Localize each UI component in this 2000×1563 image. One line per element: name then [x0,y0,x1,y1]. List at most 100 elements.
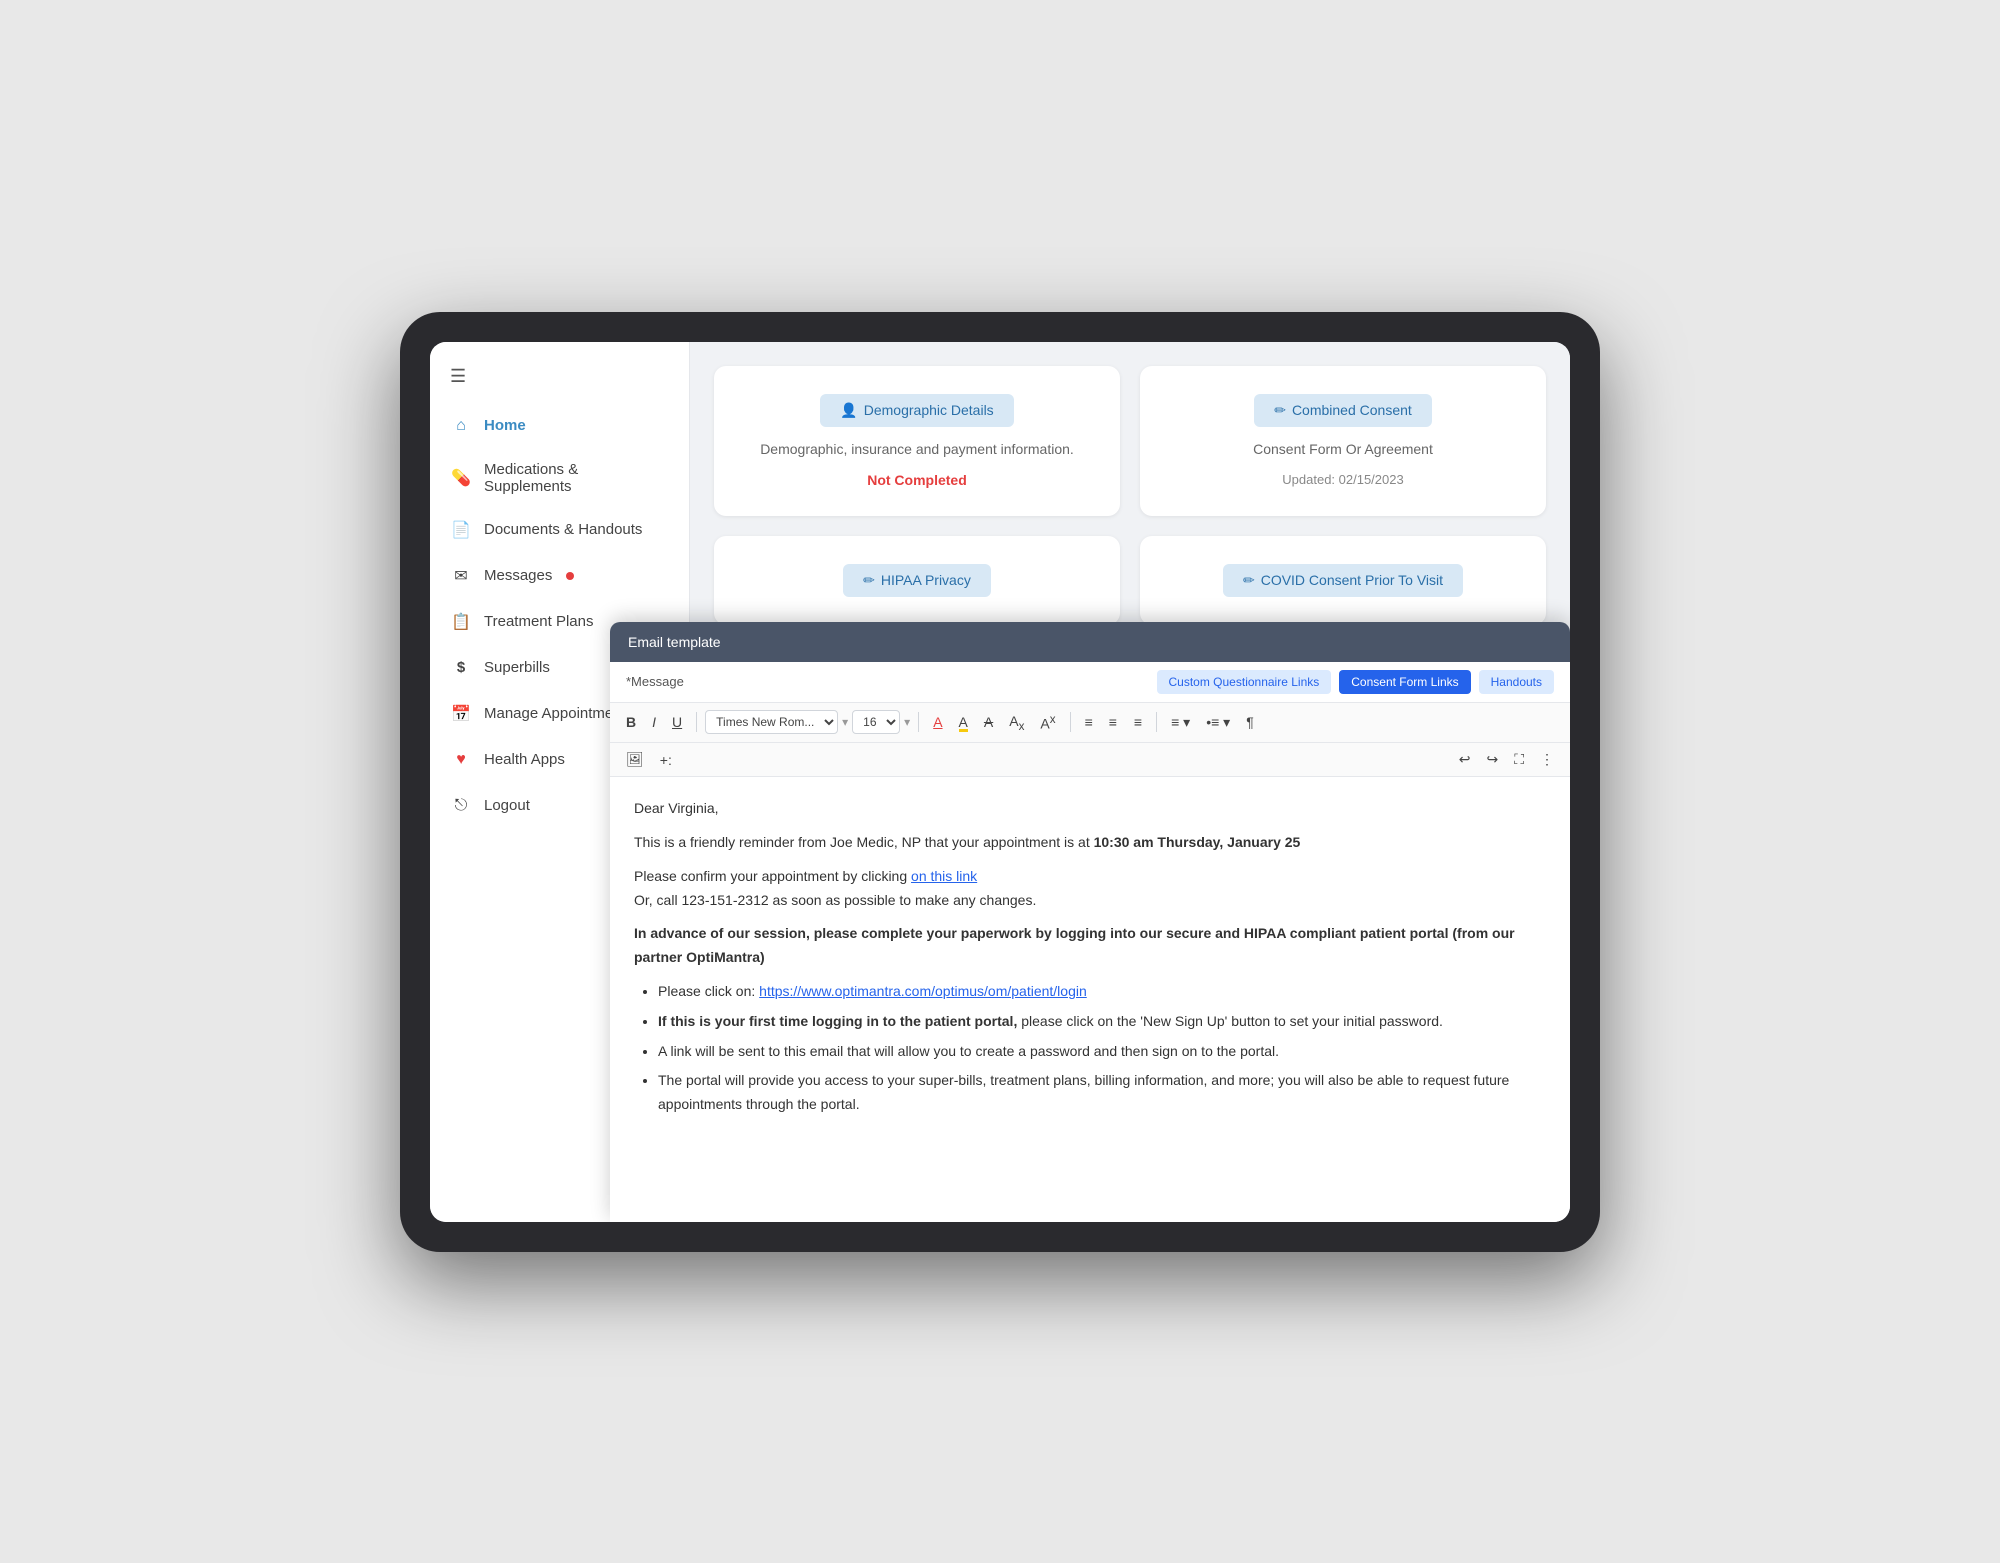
text-color-button[interactable]: A [927,710,948,734]
superscript-button[interactable]: Ax [1034,709,1061,736]
align-left-button[interactable]: ≡ [1079,710,1099,734]
sidebar-label-home: Home [484,417,526,434]
sidebar-item-home[interactable]: ⌂ Home [430,403,689,449]
mail-icon: ✉ [450,565,472,587]
redo-button[interactable]: ↪ [1480,747,1504,772]
bullet-2: If this is your first time logging in to… [658,1010,1546,1034]
message-label: *Message [626,674,684,689]
confirm-link[interactable]: on this link [911,868,977,884]
bold-button[interactable]: B [620,710,642,734]
covid-consent-button[interactable]: ✏ COVID Consent Prior To Visit [1223,564,1463,597]
sidebar-label-logout: Logout [484,797,530,814]
ordered-list-button[interactable]: ≡ ▾ [1165,710,1196,735]
italic-button[interactable]: I [646,710,662,734]
tablet-screen: ☰ ⌂ Home 💊 Medications & Supplements 📄 D… [430,342,1570,1222]
subscript-button[interactable]: Ax [1003,709,1030,737]
highlight-icon: A [959,714,968,730]
sidebar-item-messages[interactable]: ✉ Messages [430,553,689,599]
unordered-list-button[interactable]: •≡ ▾ [1200,710,1236,735]
calendar-icon: 📅 [450,703,472,725]
menu-icon: ☰ [450,366,466,386]
dollar-icon: $ [450,657,472,679]
toolbar-divider-3 [1070,712,1071,732]
messages-badge [566,572,574,580]
bullet-1-prefix: Please click on: [658,983,759,999]
portal-link[interactable]: https://www.optimantra.com/optimus/om/pa… [759,983,1087,999]
consent-form-links-tab[interactable]: Consent Form Links [1339,670,1470,694]
align-center-button[interactable]: ≡ [1103,710,1124,734]
sidebar-item-medications[interactable]: 💊 Medications & Supplements [430,449,689,507]
tablet-frame: ☰ ⌂ Home 💊 Medications & Supplements 📄 D… [400,312,1600,1252]
pencil-icon: ✏ [1274,402,1286,419]
card-combined-consent: ✏ Combined Consent Consent Form Or Agree… [1140,366,1546,516]
demographic-desc: Demographic, insurance and payment infor… [760,439,1074,460]
font-size-arrow: ▾ [904,715,910,729]
paperwork-reminder: In advance of our session, please comple… [634,922,1546,970]
card-covid: ✏ COVID Consent Prior To Visit [1140,536,1546,625]
bullet-2-suffix: please click on the 'New Sign Up' button… [1017,1013,1443,1029]
hipaa-button[interactable]: ✏ HIPAA Privacy [843,564,991,597]
text-color-icon: A [933,714,942,730]
greeting-text: Dear Virginia, [634,797,1546,821]
email-template-modal: Email template *Message Custom Questionn… [610,622,1570,1222]
toolbar-divider-4 [1156,712,1157,732]
more-options-button[interactable]: ⋮ [1534,747,1560,772]
bullet-1: Please click on: https://www.optimantra.… [658,980,1546,1004]
combined-consent-desc: Consent Form Or Agreement [1253,439,1433,460]
modal-tabs-row: *Message Custom Questionnaire Links Cons… [610,662,1570,703]
font-family-select[interactable]: Times New Rom... [705,710,838,734]
pills-icon: 💊 [450,467,472,489]
undo-button[interactable]: ↩ [1453,747,1477,772]
highlight-button[interactable]: A [953,710,974,734]
editor-toolbar-row2: 🖼 +: ↩ ↪ ⛶ ⋮ [610,743,1570,777]
toolbar-row2-left: 🖼 +: [620,747,678,772]
toolbar-row2-right: ↩ ↪ ⛶ ⋮ [1453,747,1560,772]
strikethrough-button[interactable]: A [978,710,999,734]
pencil-icon-covid: ✏ [1243,572,1255,589]
paragraph-button[interactable]: ¶ [1240,710,1260,734]
email-modal-overlay: Email template *Message Custom Questionn… [610,622,1570,1222]
clipboard-icon: 📋 [450,611,472,633]
heart-icon: ♥ [450,749,472,771]
doc-icon: 📄 [450,519,472,541]
underline-button[interactable]: U [666,710,688,734]
logout-icon: ⎋ [450,795,472,817]
sidebar-label-health-apps: Health Apps [484,751,565,768]
portal-instructions: Please click on: https://www.optimantra.… [658,980,1546,1117]
card-hipaa: ✏ HIPAA Privacy [714,536,1120,625]
font-size-dropdown-arrow: ▾ [842,715,848,729]
sidebar-label-treatment: Treatment Plans [484,613,594,630]
font-size-select[interactable]: 16 [852,710,900,734]
fullscreen-button[interactable]: ⛶ [1508,747,1530,772]
confirm-line: Please confirm your appointment by click… [634,865,1546,913]
editor-body[interactable]: Dear Virginia, This is a friendly remind… [610,777,1570,1221]
editor-toolbar-row1: B I U Times New Rom... ▾ 16 ▾ A [610,703,1570,744]
combined-consent-updated: Updated: 02/15/2023 [1282,472,1403,487]
hamburger-menu[interactable]: ☰ [430,358,689,403]
insert-image-button[interactable]: 🖼 [620,747,650,772]
demographic-details-button[interactable]: 👤 Demographic Details [820,394,1013,427]
bullet-4: The portal will provide you access to yo… [658,1069,1546,1117]
sidebar-item-documents[interactable]: 📄 Documents & Handouts [430,507,689,553]
bullet-2-bold: If this is your first time logging in to… [658,1013,1017,1029]
cards-grid: 👤 Demographic Details Demographic, insur… [714,366,1546,625]
modal-title: Email template [628,634,721,650]
user-icon: 👤 [840,402,857,419]
pencil-icon-hipaa: ✏ [863,572,875,589]
combined-consent-button[interactable]: ✏ Combined Consent [1254,394,1432,427]
appointment-reminder: This is a friendly reminder from Joe Med… [634,831,1546,855]
demographic-status: Not Completed [867,472,967,488]
card-demographic: 👤 Demographic Details Demographic, insur… [714,366,1120,516]
handouts-tab[interactable]: Handouts [1479,670,1554,694]
modal-header: Email template [610,622,1570,662]
insert-more-button[interactable]: +: [654,747,678,772]
toolbar-divider-2 [918,712,919,732]
home-icon: ⌂ [450,415,472,437]
toolbar-divider-1 [696,712,697,732]
align-right-button[interactable]: ≡ [1128,710,1148,734]
sidebar-label-documents: Documents & Handouts [484,521,642,538]
custom-questionnaire-tab[interactable]: Custom Questionnaire Links [1157,670,1332,694]
sidebar-label-medications: Medications & Supplements [484,461,669,495]
bullet-3: A link will be sent to this email that w… [658,1040,1546,1064]
sidebar-label-superbills: Superbills [484,659,550,676]
